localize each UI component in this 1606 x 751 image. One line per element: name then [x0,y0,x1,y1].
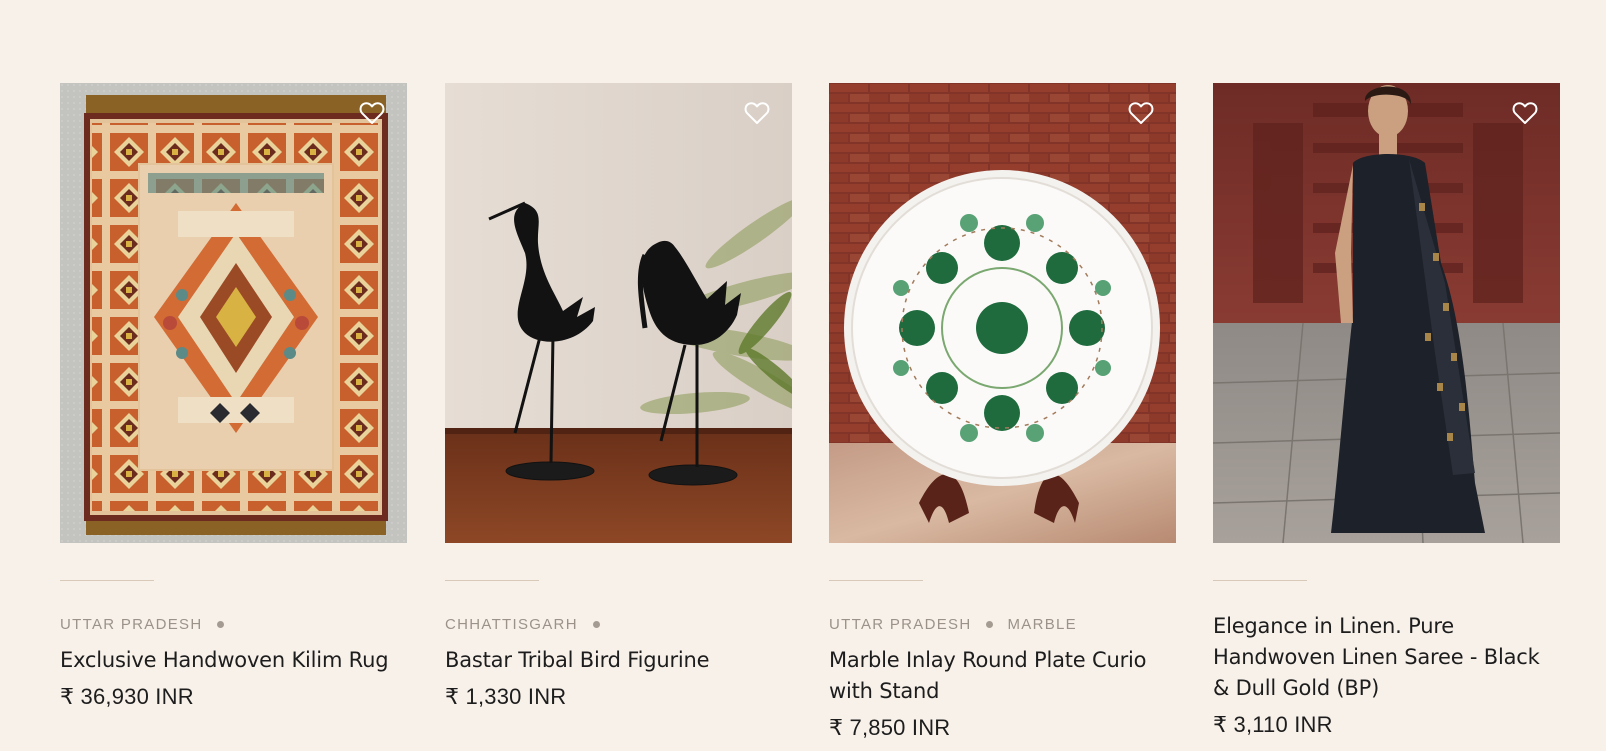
product-region[interactable]: CHHATTISGARH [445,616,578,633]
product-title[interactable]: Exclusive Handwoven Kilim Rug [60,645,407,676]
product-grid: UTTAR PRADESH Exclusive Handwoven Kilim … [0,0,1606,751]
product-image[interactable] [60,83,407,543]
product-image[interactable] [1213,83,1560,543]
product-image[interactable] [829,83,1176,543]
product-price: ₹ 36,930 INR [60,684,194,709]
marble-plate-image [829,83,1176,543]
kilim-rug-image [60,83,407,543]
product-price: ₹ 1,330 INR [445,684,567,709]
product-card[interactable]: UTTAR PRADESH MARBLE Marble Inlay Round … [829,83,1176,741]
divider [445,580,539,581]
product-title[interactable]: Marble Inlay Round Plate Curio with Stan… [829,645,1176,707]
product-meta: UTTAR PRADESH [60,615,407,633]
dot-icon [986,620,994,628]
product-meta: CHHATTISGARH [445,615,792,633]
product-meta: UTTAR PRADESH MARBLE [829,615,1176,633]
product-image[interactable] [445,83,792,543]
dot-icon [217,620,225,628]
product-price: ₹ 7,850 INR [829,715,951,740]
product-price: ₹ 3,110 INR [1213,712,1333,737]
divider [829,580,923,581]
product-card[interactable]: CHHATTISGARH Bastar Tribal Bird Figurine… [445,83,792,710]
linen-saree-image [1213,83,1560,543]
wishlist-heart-icon[interactable] [1128,101,1154,125]
product-title[interactable]: Bastar Tribal Bird Figurine [445,645,792,676]
dot-icon [592,620,600,628]
product-material[interactable]: MARBLE [1007,616,1077,633]
bird-figurine-image [445,83,792,543]
product-title[interactable]: Elegance in Linen. Pure Handwoven Linen … [1213,611,1560,704]
product-card[interactable]: Elegance in Linen. Pure Handwoven Linen … [1213,83,1560,738]
wishlist-heart-icon[interactable] [744,101,770,125]
wishlist-heart-icon[interactable] [359,101,385,125]
product-region[interactable]: UTTAR PRADESH [829,616,971,633]
product-region[interactable]: UTTAR PRADESH [60,616,202,633]
product-card[interactable]: UTTAR PRADESH Exclusive Handwoven Kilim … [60,83,407,710]
divider [1213,580,1307,581]
wishlist-heart-icon[interactable] [1512,101,1538,125]
divider [60,580,154,581]
